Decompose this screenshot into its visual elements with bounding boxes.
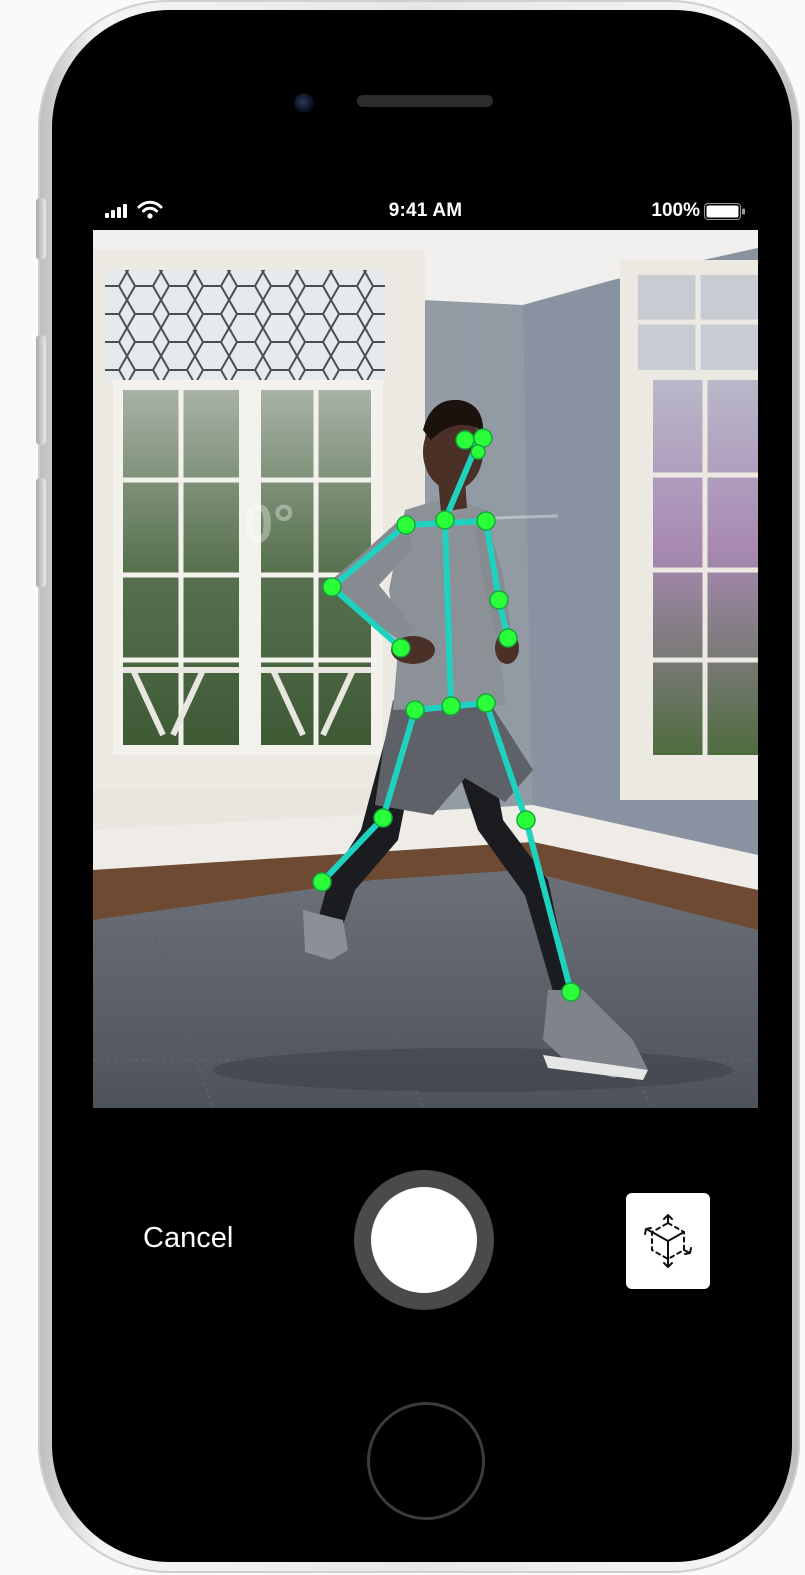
front-camera xyxy=(294,93,314,113)
ar-cube-icon xyxy=(644,1214,692,1268)
volume-down-button xyxy=(36,478,46,588)
joint-right-knee xyxy=(516,810,536,830)
joint-left-eye xyxy=(455,430,475,450)
bone-left-forearm xyxy=(329,584,404,651)
bone-right-thigh xyxy=(483,700,529,823)
joint-root xyxy=(441,696,461,716)
ar-mode-button[interactable] xyxy=(626,1193,710,1289)
joint-nose xyxy=(470,444,486,460)
joint-right-ankle xyxy=(561,982,581,1002)
earpiece-speaker xyxy=(357,95,493,107)
shutter-button-inner xyxy=(371,1187,477,1293)
joint-right-hip xyxy=(476,693,496,713)
bone-right-shin xyxy=(523,817,574,995)
cancel-button[interactable]: Cancel xyxy=(143,1222,233,1255)
joint-left-knee xyxy=(373,808,393,828)
bone-spine xyxy=(442,517,454,709)
bone-left-thigh xyxy=(380,707,418,821)
joint-right-elbow xyxy=(489,590,509,610)
home-button[interactable] xyxy=(367,1402,485,1520)
battery-percentage: 100% xyxy=(651,200,700,221)
bone-right-upper-arm xyxy=(483,518,502,603)
bone-left-upper-arm xyxy=(329,522,409,590)
joint-left-shoulder xyxy=(396,515,416,535)
shutter-button[interactable] xyxy=(354,1170,494,1310)
joint-left-elbow xyxy=(322,577,342,597)
body-pose-skeleton xyxy=(312,428,581,1002)
skeleton-joints xyxy=(312,428,581,1002)
joint-left-wrist xyxy=(391,638,411,658)
joint-right-shoulder xyxy=(476,511,496,531)
joint-right-eye xyxy=(473,428,493,448)
camera-viewport[interactable]: 0° xyxy=(93,230,758,1108)
joint-left-hip xyxy=(405,700,425,720)
volume-up-button xyxy=(36,335,46,445)
status-bar: 9:41 AM 100% xyxy=(93,190,758,230)
mute-switch xyxy=(36,198,46,260)
joint-left-ankle xyxy=(312,872,332,892)
battery-icon xyxy=(704,203,745,220)
bone-left-shin xyxy=(319,815,386,885)
phone-screen: 9:41 AM 100% 0° Cancel xyxy=(93,190,758,1373)
joint-right-wrist xyxy=(498,628,518,648)
joint-neck xyxy=(435,510,455,530)
